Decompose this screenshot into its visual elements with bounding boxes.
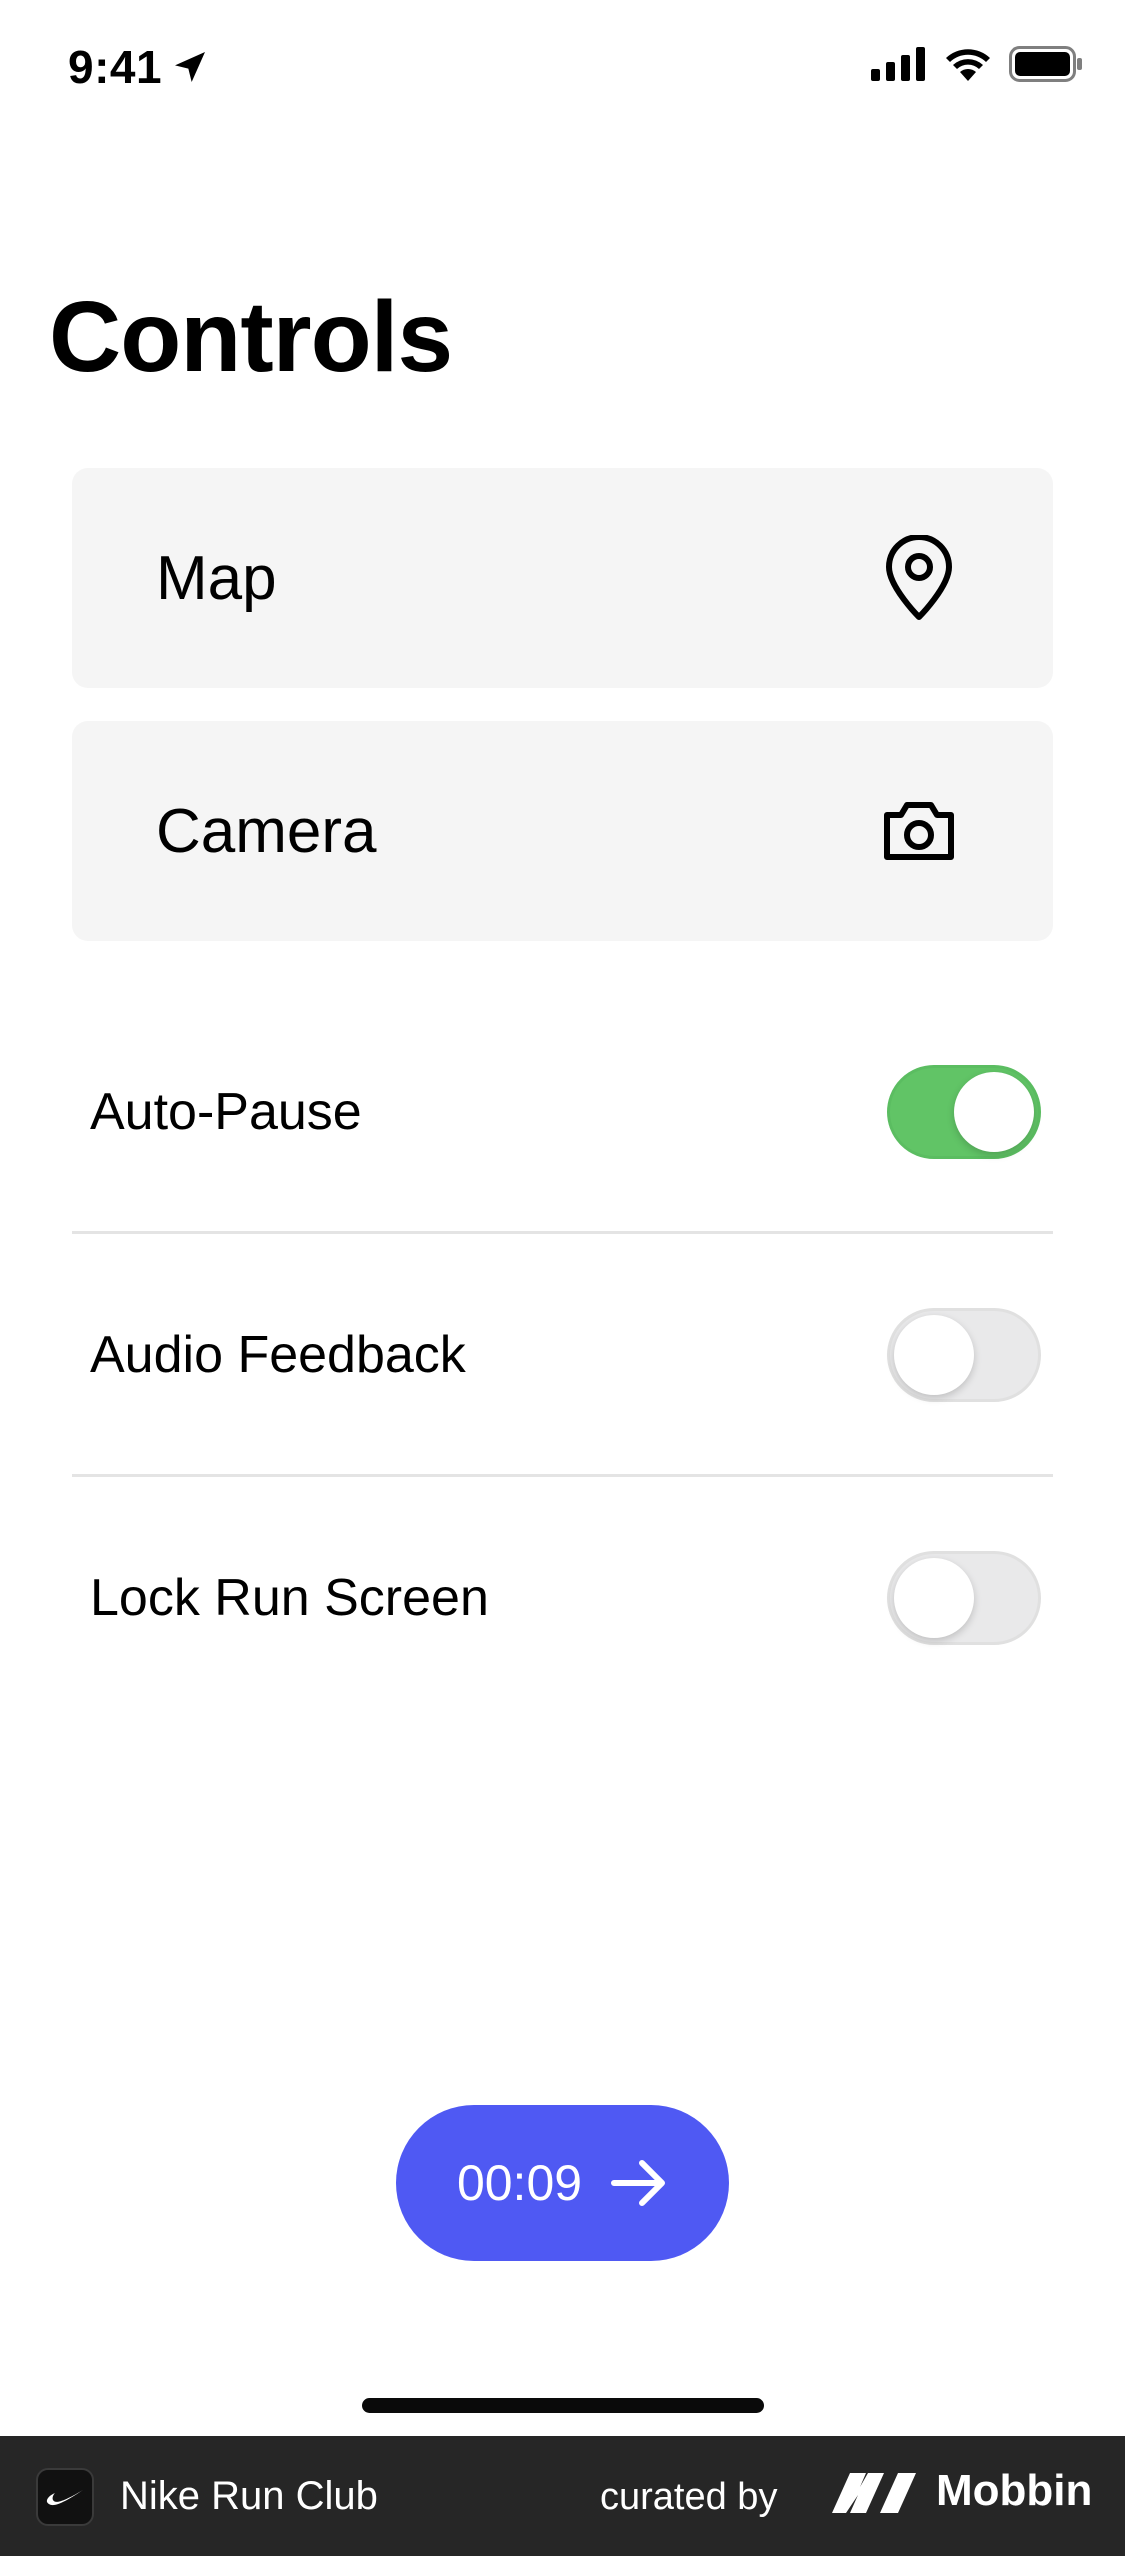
toggle-knob <box>894 1315 974 1395</box>
controls-screen: 9:41 Controls Map Camera Auto-Pause Audi… <box>0 0 1125 2556</box>
map-card[interactable]: Map <box>72 468 1053 688</box>
status-icons <box>871 46 1083 82</box>
auto-pause-label: Auto-Pause <box>90 1083 362 1141</box>
time-label: 9:41 <box>68 41 163 93</box>
map-label: Map <box>156 543 277 613</box>
page-title: Controls <box>49 281 453 393</box>
toggle-knob <box>894 1558 974 1638</box>
divider <box>72 1231 1053 1234</box>
location-arrow-icon <box>175 52 206 82</box>
auto-pause-row: Auto-Pause <box>72 1012 1053 1212</box>
nike-swoosh-icon <box>46 2490 83 2506</box>
app-name: Nike Run Club <box>120 2474 378 2518</box>
mobbin-brand: Mobbin <box>832 2466 1092 2516</box>
lock-run-screen-toggle[interactable] <box>887 1551 1041 1645</box>
home-indicator <box>362 2398 764 2413</box>
curated-by-label: curated by <box>600 2476 778 2518</box>
lock-run-screen-row: Lock Run Screen <box>72 1498 1053 1698</box>
auto-pause-toggle[interactable] <box>887 1065 1041 1159</box>
status-time: 9:41 <box>68 40 210 94</box>
lock-run-screen-label: Lock Run Screen <box>90 1569 489 1627</box>
timer-return-button[interactable]: 00:09 <box>396 2105 729 2261</box>
battery-icon <box>1009 46 1082 82</box>
divider <box>72 1474 1053 1477</box>
toggle-knob <box>954 1072 1034 1152</box>
mobbin-logo-icon <box>832 2473 916 2513</box>
audio-feedback-label: Audio Feedback <box>90 1326 466 1384</box>
mobbin-name: Mobbin <box>936 2466 1093 2515</box>
camera-icon <box>884 802 954 860</box>
arrow-right-icon <box>611 2160 666 2206</box>
audio-feedback-row: Audio Feedback <box>72 1255 1053 1455</box>
nrc-app-icon <box>36 2468 94 2526</box>
wifi-icon <box>946 49 990 81</box>
cellular-signal-icon <box>871 47 925 81</box>
camera-card[interactable]: Camera <box>72 721 1053 941</box>
status-bar: 9:41 <box>0 0 1125 140</box>
footer-bar: Nike Run Club curated by Mobbin <box>0 2436 1125 2556</box>
map-pin-icon <box>886 535 952 620</box>
camera-label: Camera <box>156 796 377 866</box>
timer-label: 00:09 <box>456 2155 583 2211</box>
audio-feedback-toggle[interactable] <box>887 1308 1041 1402</box>
